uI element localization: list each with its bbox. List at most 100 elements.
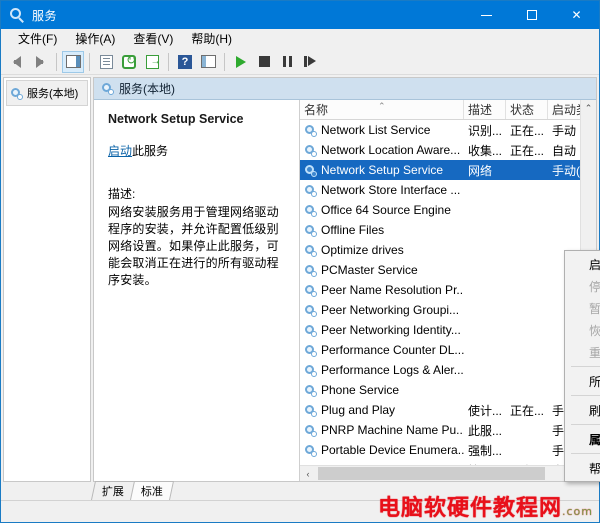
horizontal-scroll-thumb[interactable]	[318, 466, 546, 480]
service-gear-icon	[304, 124, 317, 137]
help-button[interactable]: ?	[174, 51, 196, 73]
service-gear-icon	[304, 144, 317, 157]
show-hide-tree-button[interactable]	[62, 50, 84, 73]
service-name-label: Peer Networking Identity...	[321, 323, 461, 337]
tree-item-services-local[interactable]: 服务(本地)	[6, 80, 88, 106]
ctx-pause: 暂停(U)	[565, 297, 600, 319]
cell-name: Peer Name Resolution Pr...	[300, 283, 464, 297]
properties-icon	[99, 54, 113, 69]
tab-standard[interactable]: 标准	[129, 481, 175, 500]
column-header-status[interactable]: 状态	[506, 100, 548, 119]
menu-file[interactable]: 文件(F)	[9, 28, 66, 49]
cell-status: 正在...	[506, 462, 548, 466]
cell-name: Performance Logs & Aler...	[300, 363, 464, 377]
tab-extended-label: 扩展	[101, 486, 124, 498]
context-menu-separator	[571, 366, 600, 367]
services-icon	[8, 6, 26, 24]
toolbar-separator	[56, 52, 57, 71]
table-row[interactable]: Network Location Aware... 收集... 正在... 自动	[300, 140, 596, 160]
close-button[interactable]: ✕	[554, 1, 599, 29]
show-action-pane-button[interactable]	[197, 51, 219, 73]
back-icon	[13, 55, 21, 68]
pane-header-title: 服务(本地)	[119, 82, 175, 96]
detail-action-line: 启动此服务	[108, 142, 289, 159]
table-row[interactable]: PNRP Machine Name Pu...此服...手动	[300, 420, 596, 440]
show-hide-tree-icon	[65, 55, 81, 68]
table-row[interactable]: Peer Networking Identity...	[300, 320, 596, 340]
tab-standard-label: 标准	[140, 486, 163, 498]
scroll-left-button[interactable]: ‹	[300, 466, 316, 482]
cell-name: Peer Networking Identity...	[300, 323, 464, 337]
cell-name: Performance Counter DL...	[300, 343, 464, 357]
scroll-up-button[interactable]: ⌃	[581, 100, 597, 116]
table-row[interactable]: Power管理...正在...自动	[300, 460, 596, 465]
menu-help[interactable]: 帮助(H)	[182, 28, 241, 49]
horizontal-scroll-track[interactable]	[316, 466, 580, 482]
start-service-button[interactable]	[230, 51, 252, 73]
ctx-help[interactable]: 帮助(H)	[565, 457, 600, 479]
pause-service-button[interactable]	[276, 51, 298, 73]
table-row[interactable]: PCMaster Service	[300, 260, 596, 280]
ctx-refresh-label: 刷新(F)	[589, 403, 600, 418]
table-row[interactable]: Network List Service 识别... 正在... 手动	[300, 120, 596, 140]
service-gear-icon	[304, 164, 317, 177]
ctx-refresh[interactable]: 刷新(F)	[565, 399, 600, 421]
restart-service-icon	[304, 56, 316, 67]
table-row[interactable]: Peer Networking Groupi...	[300, 300, 596, 320]
forward-button[interactable]	[29, 51, 51, 73]
menu-view[interactable]: 查看(V)	[124, 28, 182, 49]
maximize-button[interactable]	[509, 1, 554, 29]
table-row[interactable]: Plug and Play使计...正在...手动	[300, 400, 596, 420]
cell-name: Offline Files	[300, 223, 464, 237]
service-gear-icon	[304, 184, 317, 197]
column-header-name[interactable]: 名称 ⌃	[300, 100, 464, 119]
minimize-button[interactable]	[464, 1, 509, 29]
context-menu: 启动(S) 停止(O) 暂停(U) 恢复(M) 重新启动(E) 所有任务(K)› 刷新(F)…	[564, 250, 600, 482]
ctx-properties[interactable]: 属性(R)	[565, 428, 600, 450]
table-row[interactable]: Performance Logs & Aler...	[300, 360, 596, 380]
stop-service-button[interactable]	[253, 51, 275, 73]
title-bar: 服务 ✕	[1, 1, 599, 29]
list-horizontal-scrollbar[interactable]: ‹ ›	[300, 465, 596, 481]
table-row[interactable]: Optimize drives	[300, 240, 596, 260]
table-row[interactable]: Portable Device Enumera...强制...手动(触	[300, 440, 596, 460]
start-service-link[interactable]: 启动	[108, 144, 132, 158]
cell-description: 强制...	[468, 443, 503, 458]
table-row[interactable]: Offline Files	[300, 220, 596, 240]
back-button[interactable]	[6, 51, 28, 73]
cell-description: 此服...	[468, 423, 503, 438]
tab-extended[interactable]: 扩展	[90, 481, 136, 500]
service-name-label: Peer Networking Groupi...	[321, 303, 460, 317]
service-name-label: Network Store Interface ...	[321, 183, 461, 197]
cell-status: 正在...	[510, 403, 545, 418]
ctx-resume-label: 恢复(M)	[589, 323, 600, 338]
table-row[interactable]: Network Store Interface ...	[300, 180, 596, 200]
column-header-description[interactable]: 描述	[464, 100, 506, 119]
cell-description: 收集...	[468, 143, 503, 158]
menu-action[interactable]: 操作(A)	[66, 28, 124, 49]
services-rows: Network List Service 识别... 正在... 手动 Network …	[300, 120, 596, 465]
sort-ascending-icon: ⌃	[378, 101, 386, 111]
table-row[interactable]: Peer Name Resolution Pr...	[300, 280, 596, 300]
properties-button[interactable]	[95, 51, 117, 73]
service-name-label: PCMaster Service	[321, 263, 418, 277]
ctx-all-tasks[interactable]: 所有任务(K)›	[565, 370, 600, 392]
table-row[interactable]: Network Setup Service 网络 手动(触	[300, 160, 596, 180]
ctx-start[interactable]: 启动(S)	[565, 253, 600, 275]
service-name-label: Office 64 Source Engine	[321, 203, 451, 217]
restart-service-button[interactable]	[299, 51, 321, 73]
ctx-help-label: 帮助(H)	[589, 461, 600, 476]
ctx-restart: 重新启动(E)	[565, 341, 600, 363]
table-row[interactable]: Performance Counter DL...	[300, 340, 596, 360]
pane-header: 服务(本地)	[94, 78, 596, 100]
service-gear-icon	[304, 264, 317, 277]
cell-name: Office 64 Source Engine	[300, 203, 464, 217]
export-list-button[interactable]	[141, 51, 163, 73]
start-service-icon	[236, 55, 246, 68]
cell-name: Network List Service	[300, 123, 464, 137]
refresh-button[interactable]	[118, 51, 140, 73]
service-detail-pane: Network Setup Service 启动此服务 描述: 网络安装服务用于…	[94, 100, 300, 481]
stop-service-icon	[258, 56, 270, 67]
table-row[interactable]: Phone Service	[300, 380, 596, 400]
table-row[interactable]: Office 64 Source Engine	[300, 200, 596, 220]
